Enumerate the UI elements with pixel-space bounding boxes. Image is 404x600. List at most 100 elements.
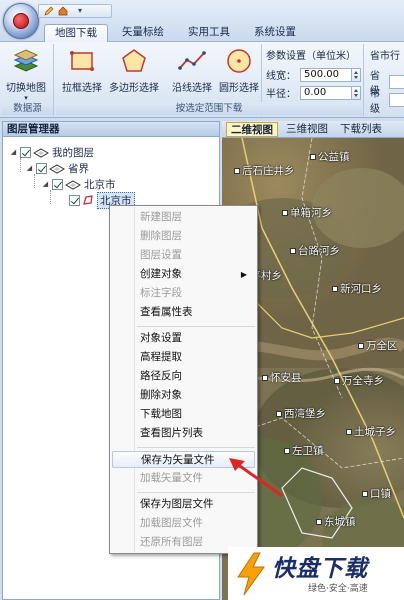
city-label: 市级 bbox=[370, 89, 380, 115]
layer-checkbox[interactable] bbox=[36, 162, 47, 174]
map-place-label: 后石庄井乡 bbox=[234, 163, 295, 178]
line-width-spinner[interactable] bbox=[352, 67, 361, 82]
polygon-select-icon bbox=[122, 49, 146, 72]
menu-item-create-object[interactable]: 创建对象 ▶ bbox=[112, 266, 255, 283]
tree-connector bbox=[50, 190, 51, 204]
menu-item-layer-settings[interactable]: 图层设置 bbox=[112, 247, 255, 264]
watermark-logo: 快盘下载 绿色·安全·高速 bbox=[228, 547, 404, 600]
menu-item-object-settings[interactable]: 对象设置 bbox=[112, 330, 255, 347]
layer-group-icon bbox=[49, 163, 65, 174]
map-place-label: 单箱河乡 bbox=[282, 205, 332, 220]
line-width-row: 线宽： bbox=[266, 67, 361, 82]
title-bar: ▾ 地图下载 矢量标绘 实用工具 系统设置 bbox=[0, 0, 404, 43]
polygon-select-button[interactable]: 多边形选择 bbox=[109, 46, 159, 94]
tree-connector bbox=[34, 174, 35, 188]
tree-connector bbox=[20, 158, 21, 172]
menu-item-elevation-extract[interactable]: 高程提取 bbox=[112, 349, 255, 366]
menu-item-new-layer[interactable]: 新建图层 bbox=[112, 209, 255, 226]
tab-map-download[interactable]: 地图下载 bbox=[44, 24, 108, 43]
menu-item-download-map[interactable]: 下载地图 bbox=[112, 406, 255, 423]
menu-item-load-layer-file[interactable]: 加载图层文件 bbox=[112, 515, 255, 532]
submenu-arrow-icon: ▶ bbox=[240, 270, 247, 279]
map-place-label: 怀安县 bbox=[262, 370, 302, 385]
province-city-group: 省市行 省级 市级 bbox=[366, 44, 404, 116]
tab-download-list[interactable]: 下载列表 bbox=[336, 122, 386, 137]
switch-map-label: 切换地图 bbox=[6, 83, 46, 94]
menu-item-label-field[interactable]: 标注字段 bbox=[112, 285, 255, 302]
pencil-icon[interactable] bbox=[44, 6, 54, 16]
tree-node-my-layers[interactable]: ◢ 我的图层 bbox=[9, 145, 94, 159]
line-select-label: 沿线选择 bbox=[172, 83, 212, 94]
app-menu-button[interactable] bbox=[3, 3, 39, 39]
menu-item-label: 创建对象 bbox=[140, 268, 182, 280]
layer-checkbox[interactable] bbox=[52, 178, 63, 190]
data-source-group: 切换地图 ▾ 数据源 bbox=[2, 44, 54, 116]
quick-access-toolbar: ▾ bbox=[38, 4, 112, 18]
tree-node-province-border[interactable]: ◢ 省界 bbox=[25, 161, 89, 175]
map-place-label: 西湾堡乡 bbox=[276, 406, 326, 421]
menu-item-view-image-list[interactable]: 查看图片列表 bbox=[112, 425, 255, 442]
annotation-arrow-icon bbox=[229, 458, 283, 497]
radius-input[interactable] bbox=[300, 85, 352, 100]
line-width-label: 线宽： bbox=[266, 71, 296, 82]
collapse-icon[interactable]: ◢ bbox=[25, 164, 34, 172]
rectangle-select-icon bbox=[70, 51, 94, 71]
radius-spinner[interactable] bbox=[352, 85, 361, 100]
tree-node-label: 省界 bbox=[68, 162, 89, 175]
menu-item-reverse-path[interactable]: 路径反向 bbox=[112, 368, 255, 385]
lightning-logo-icon bbox=[237, 552, 265, 596]
layer-group-icon bbox=[33, 147, 49, 158]
ribbon: 切换地图 ▾ 数据源 拉框选择 多边形选择 沿线选择 圆形选择 按选定范围下载 … bbox=[0, 42, 404, 118]
menu-item-delete-layer[interactable]: 删除图层 bbox=[112, 228, 255, 245]
collapse-icon[interactable]: ◢ bbox=[41, 180, 50, 188]
circle-select-button[interactable]: 圆形选择 bbox=[219, 46, 259, 94]
menu-item-delete-object[interactable]: 删除对象 bbox=[112, 387, 255, 404]
parameter-settings-title: 参数设置（单位米） bbox=[266, 51, 356, 62]
map-place-label: 东城镇 bbox=[316, 514, 356, 529]
map-place-label: 台路河乡 bbox=[290, 243, 340, 258]
radius-row: 半径： bbox=[266, 85, 361, 100]
tab-3d-view[interactable]: 三维视图 bbox=[282, 122, 332, 137]
circle-select-icon bbox=[227, 49, 251, 73]
menu-item-view-attribute-table[interactable]: 查看属性表 bbox=[112, 304, 255, 321]
map-place-label: 万全区 bbox=[358, 338, 398, 353]
home-icon[interactable] bbox=[58, 6, 68, 16]
data-source-group-label: 数据源 bbox=[2, 102, 53, 115]
watermark-title: 快盘下载 bbox=[272, 556, 368, 582]
province-city-title: 省市行 bbox=[370, 51, 400, 62]
polygon-select-label: 多边形选择 bbox=[109, 83, 159, 94]
layer-checkbox[interactable] bbox=[69, 194, 80, 206]
box-select-button[interactable]: 拉框选择 bbox=[62, 46, 102, 94]
menu-separator bbox=[137, 326, 255, 327]
map-place-label: 左卫镇 bbox=[284, 443, 324, 458]
switch-map-button[interactable]: 切换地图 ▾ bbox=[6, 46, 46, 102]
dropdown-arrow-icon: ▾ bbox=[24, 94, 28, 102]
tab-vector-plotting[interactable]: 矢量标绘 bbox=[112, 24, 174, 42]
radius-label: 半径： bbox=[266, 89, 296, 100]
map-place-label: 公益镇 bbox=[310, 149, 350, 164]
map-place-label: 新河口乡 bbox=[332, 281, 382, 296]
map-place-label: 口镇 bbox=[362, 486, 391, 501]
line-width-input[interactable] bbox=[300, 67, 352, 82]
map-view-tabs: 二维视图 三维视图 下载列表 bbox=[222, 121, 404, 138]
layer-manager-title: 图层管理器 bbox=[3, 122, 219, 137]
collapse-icon[interactable]: ◢ bbox=[9, 148, 18, 156]
layers-icon bbox=[13, 49, 39, 72]
customize-toolbar-icon[interactable]: ▾ bbox=[78, 7, 82, 15]
menu-separator bbox=[137, 447, 255, 448]
tree-node-label: 我的图层 bbox=[52, 146, 94, 159]
box-select-label: 拉框选择 bbox=[62, 83, 102, 94]
parameter-settings-group: 参数设置（单位米） 线宽： 半径： bbox=[262, 44, 364, 116]
tab-2d-view[interactable]: 二维视图 bbox=[226, 122, 278, 137]
range-select-group: 拉框选择 多边形选择 沿线选择 圆形选择 按选定范围下载 bbox=[56, 44, 362, 116]
circle-select-label: 圆形选择 bbox=[219, 83, 259, 94]
line-select-button[interactable]: 沿线选择 bbox=[172, 46, 212, 94]
city-select[interactable] bbox=[389, 93, 404, 107]
context-menu: 新建图层 删除图层 图层设置 创建对象 ▶ 标注字段 查看属性表 对象设置 高程… bbox=[109, 205, 258, 554]
tree-node-beijing-group[interactable]: ◢ 北京市 bbox=[41, 177, 116, 191]
tab-system-settings[interactable]: 系统设置 bbox=[244, 24, 306, 42]
city-row: 市级 bbox=[370, 85, 404, 115]
layer-checkbox[interactable] bbox=[20, 146, 31, 158]
tab-utilities[interactable]: 实用工具 bbox=[178, 24, 240, 42]
map-place-label: 土城子乡 bbox=[346, 424, 396, 439]
